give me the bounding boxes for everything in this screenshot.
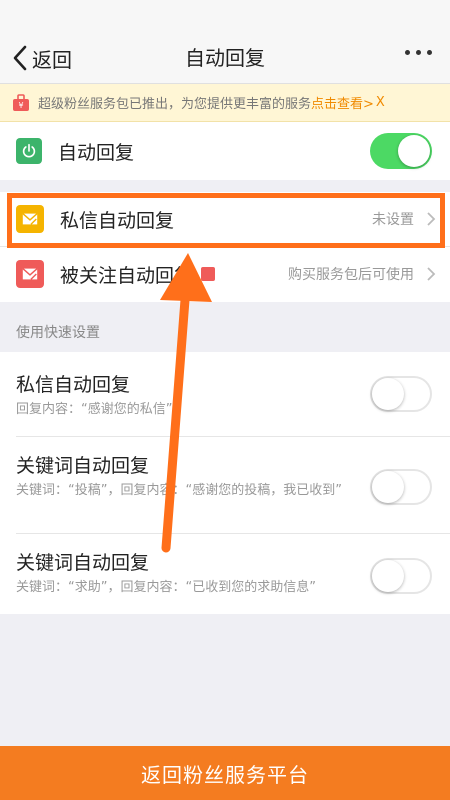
quick-setting-toggle[interactable]: [370, 558, 432, 594]
quick-setting-item: 私信自动回复 回复内容：“感谢您的私信”: [0, 352, 450, 436]
navigation-bar: 返回 自动回复: [0, 0, 450, 84]
auto-reply-row: 自动回复: [0, 122, 450, 180]
chevron-right-icon: [427, 267, 436, 281]
section-header: 使用快速设置: [16, 325, 100, 341]
bottom-label: 返回粉丝服务平台: [141, 762, 309, 787]
auto-reply-label: 自动回复: [58, 141, 135, 164]
menu-label: 被关注自动回复: [60, 264, 194, 287]
power-icon: [16, 138, 42, 164]
quick-setting-toggle[interactable]: [370, 469, 432, 505]
svg-text:¥: ¥: [18, 101, 23, 110]
auto-reply-toggle[interactable]: [370, 133, 432, 169]
quick-setting-desc: 关键词：“求助”，回复内容：“已收到您的求助信息”: [16, 580, 316, 595]
highlight-box: [7, 193, 445, 248]
quick-setting-title: 关键词自动回复: [16, 552, 150, 574]
gift-icon: [201, 267, 216, 281]
mail-icon: [16, 260, 44, 288]
quick-setting-item: 关键词自动回复 关键词：“求助”，回复内容：“已收到您的求助信息”: [0, 534, 450, 614]
gift-icon: ¥: [13, 93, 29, 111]
banner-text: 超级粉丝服务包已推出，为您提供更丰富的服务: [38, 97, 312, 112]
quick-setting-title: 私信自动回复: [16, 374, 131, 396]
follow-reply-row[interactable]: 被关注自动回复 购买服务包后可使用: [0, 247, 450, 301]
quick-setting-desc: 关键词：“投稿”，回复内容：“感谢您的投稿，我已收到”: [16, 483, 342, 498]
banner-close-button[interactable]: X: [376, 95, 385, 110]
page-title: 自动回复: [185, 46, 265, 70]
more-dots-icon[interactable]: [405, 50, 432, 55]
quick-setting-desc: 回复内容：“感谢您的私信”: [16, 402, 173, 417]
banner-view-link[interactable]: 点击查看>: [311, 93, 374, 112]
promo-banner[interactable]: ¥ 超级粉丝服务包已推出，为您提供更丰富的服务 点击查看> X: [0, 84, 450, 122]
return-fan-platform-button[interactable]: 返回粉丝服务平台: [0, 746, 450, 800]
quick-setting-toggle[interactable]: [370, 376, 432, 412]
menu-value: 购买服务包后可使用: [288, 267, 414, 283]
quick-setting-item: 关键词自动回复 关键词：“投稿”，回复内容：“感谢您的投稿，我已收到”: [0, 437, 450, 533]
quick-setting-title: 关键词自动回复: [16, 455, 150, 477]
quick-settings-group: 私信自动回复 回复内容：“感谢您的私信” 关键词自动回复 关键词：“投稿”，回复…: [0, 352, 450, 614]
